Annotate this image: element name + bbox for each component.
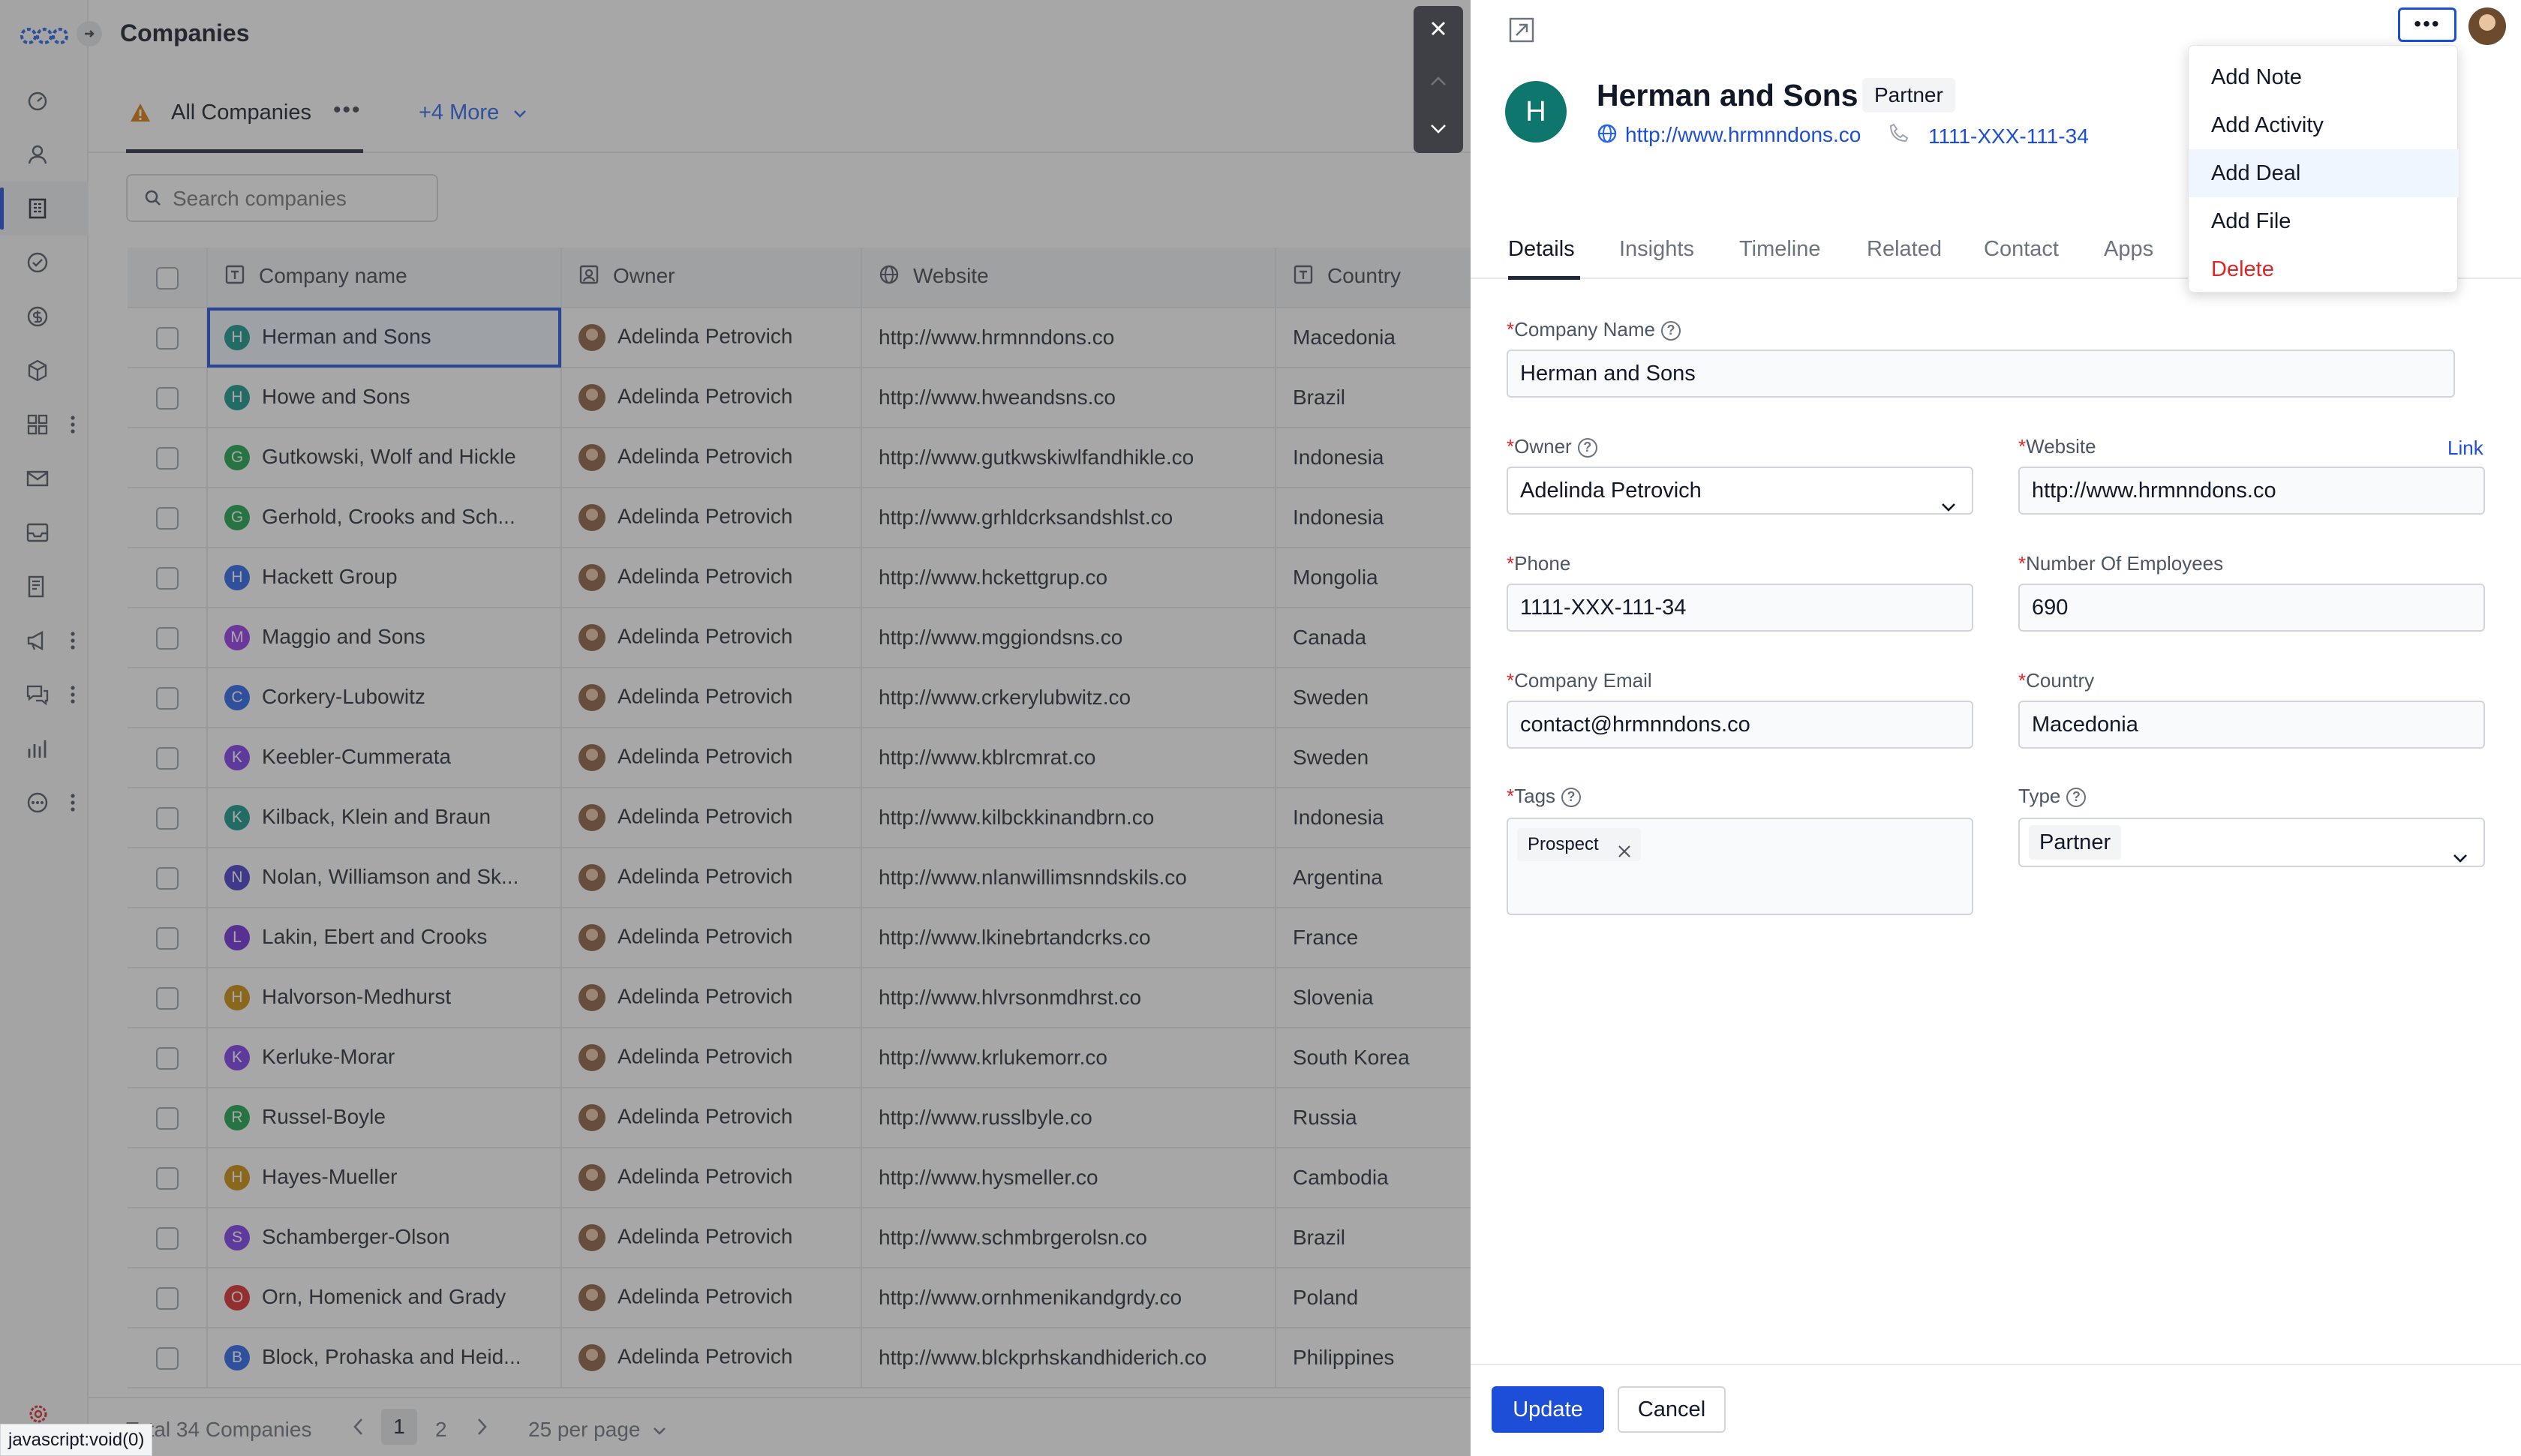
close-panel-button[interactable] xyxy=(1414,6,1463,54)
record-avatar: H xyxy=(1505,81,1567,143)
phone-field[interactable]: 1111-XXX-111-34 xyxy=(1507,584,1973,632)
website-field[interactable]: http://www.hrmnndons.co xyxy=(2018,467,2485,515)
modal-backdrop[interactable] xyxy=(0,0,1471,1456)
owner-select[interactable]: Adelinda Petrovich xyxy=(1507,467,1973,515)
menu-item-add-activity[interactable]: Add Activity xyxy=(2189,101,2459,149)
employees-field[interactable]: 690 xyxy=(2018,584,2485,632)
phone-icon xyxy=(1888,122,1910,148)
tab-details[interactable]: Details xyxy=(1508,237,1575,262)
tab-related[interactable]: Related xyxy=(1867,237,1942,262)
company-name-field[interactable]: Herman and Sons xyxy=(1507,350,2455,398)
next-record-button[interactable] xyxy=(1414,107,1463,155)
chevron-down-icon xyxy=(1940,485,1957,530)
help-icon[interactable]: ? xyxy=(1660,321,1681,341)
phone-label: *Phone xyxy=(1507,552,1571,575)
help-icon[interactable]: ? xyxy=(1561,788,1582,808)
remove-tag-icon[interactable] xyxy=(1617,837,1632,870)
record-type-badge: Partner xyxy=(1862,78,1955,113)
help-icon[interactable]: ? xyxy=(1577,438,1597,458)
tag-chip: Prospect xyxy=(1517,828,1641,861)
tags-label: *Tags? xyxy=(1507,785,1582,808)
email-label: *Company Email xyxy=(1507,669,1652,692)
update-button[interactable]: Update xyxy=(1492,1386,1604,1433)
record-phone-link[interactable]: 1111-XXX-111-34 xyxy=(1928,125,2089,149)
tab-timeline[interactable]: Timeline xyxy=(1739,237,1821,262)
globe-icon xyxy=(1597,123,1618,148)
website-link-button[interactable]: Link xyxy=(2447,437,2483,460)
email-field[interactable]: contact@hrmnndons.co xyxy=(1507,701,1973,749)
tab-insights[interactable]: Insights xyxy=(1619,237,1694,262)
menu-item-add-deal[interactable]: Add Deal xyxy=(2189,149,2459,197)
more-icon: ••• xyxy=(2414,12,2441,35)
chevron-down-icon xyxy=(2452,836,2468,881)
record-name: Herman and Sons xyxy=(1597,78,1858,113)
cancel-button[interactable]: Cancel xyxy=(1618,1386,1726,1433)
record-navigator xyxy=(1414,6,1463,153)
help-icon[interactable]: ? xyxy=(2066,788,2087,808)
employees-label: *Number Of Employees xyxy=(2018,552,2224,575)
active-tab-indicator xyxy=(1508,276,1580,280)
record-initial: H xyxy=(1525,96,1546,128)
type-select[interactable]: Partner xyxy=(2018,818,2485,867)
status-bar-url: javascript:void(0) xyxy=(0,1424,153,1456)
owner-label: *Owner? xyxy=(1507,435,1597,458)
company-name-label: *Company Name? xyxy=(1507,318,1681,341)
tab-contact[interactable]: Contact xyxy=(1984,237,2059,262)
type-label: Type? xyxy=(2018,785,2087,808)
close-icon xyxy=(1429,19,1448,42)
user-avatar[interactable] xyxy=(2468,8,2506,45)
country-field[interactable]: Macedonia xyxy=(2018,701,2485,749)
menu-item-add-file[interactable]: Add File xyxy=(2189,197,2459,245)
owner-value: Adelinda Petrovich xyxy=(1520,479,1702,503)
menu-item-delete[interactable]: Delete xyxy=(2189,245,2459,293)
chevron-up-icon xyxy=(1429,75,1448,91)
tag-label: Prospect xyxy=(1528,834,1599,854)
website-label: *Website xyxy=(2018,435,2096,458)
record-website-link[interactable]: http://www.hrmnndons.co xyxy=(1625,123,1861,147)
country-label: *Country xyxy=(2018,669,2095,692)
tags-field[interactable]: Prospect xyxy=(1507,818,1973,915)
previous-record-button[interactable] xyxy=(1414,59,1463,107)
tab-apps[interactable]: Apps xyxy=(2104,237,2153,262)
type-value-chip: Partner xyxy=(2029,825,2122,860)
panel-footer-divider xyxy=(1471,1364,2521,1365)
chevron-down-icon xyxy=(1429,123,1448,139)
more-actions-button[interactable]: ••• xyxy=(2398,8,2456,42)
open-full-page-icon[interactable] xyxy=(1508,17,1535,47)
more-actions-menu: Add Note Add Activity Add Deal Add File … xyxy=(2188,45,2459,293)
menu-item-add-note[interactable]: Add Note xyxy=(2189,53,2459,101)
